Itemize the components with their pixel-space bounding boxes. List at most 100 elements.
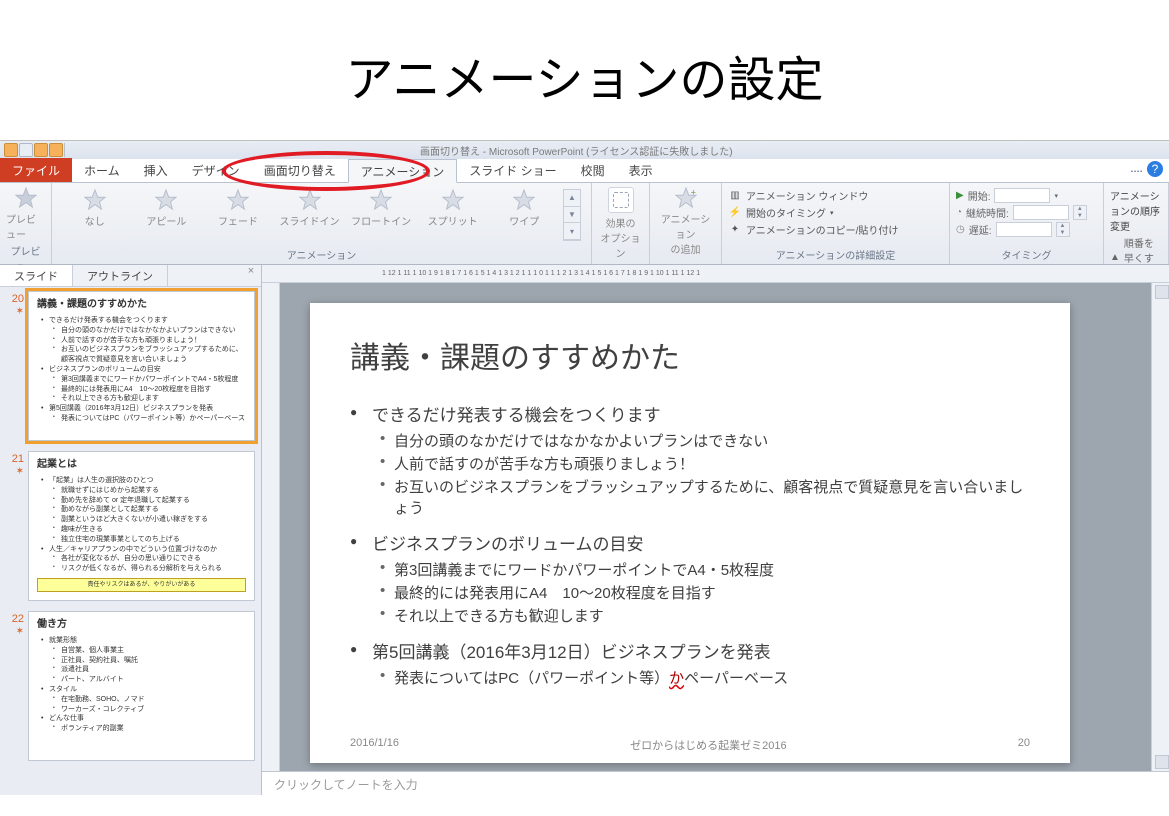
slide-footer: 2016/1/16 ゼロからはじめる起業ゼミ2016 20: [350, 737, 1030, 753]
redo-icon[interactable]: [49, 143, 63, 157]
star-icon: [227, 189, 249, 211]
slide-body[interactable]: できるだけ発表する機会をつくります自分の頭のなかだけではなかなかよいプランはでき…: [350, 401, 1030, 688]
tab-スライド ショー[interactable]: スライド ショー: [457, 158, 568, 182]
effect-options-label: 効果の オプション: [598, 215, 643, 260]
anim-フェード[interactable]: フェード: [205, 189, 271, 228]
footer-title: ゼロからはじめる起業ゼミ2016: [630, 737, 786, 753]
footer-date: 2016/1/16: [350, 737, 399, 753]
tab-表示[interactable]: 表示: [617, 158, 665, 182]
star-icon: [370, 189, 392, 211]
thumbnail-list[interactable]: 20✶講義・課題のすすめかたできるだけ発表する機会をつくります自分の頭のなかだけ…: [0, 287, 261, 795]
group-label: [656, 260, 715, 262]
tab-file[interactable]: ファイル: [0, 158, 72, 182]
star-icon: [84, 189, 106, 211]
group-animation-gallery: なしアピールフェードスライドインフロートインスプリットワイプ▲▼▾ アニメーショ…: [52, 183, 592, 264]
start-label: 開始:: [968, 188, 991, 203]
group-label: タイミング: [956, 245, 1097, 262]
tab-slides[interactable]: スライド: [0, 265, 73, 286]
spinner[interactable]: ▲▼: [1073, 205, 1087, 220]
group-add-animation: + アニメーション の追加: [650, 183, 722, 264]
svg-text:+: +: [690, 187, 695, 197]
tab-挿入[interactable]: 挿入: [132, 158, 180, 182]
red-circle-annotation: [222, 151, 430, 191]
group-effect-options: 効果の オプション: [592, 183, 650, 264]
group-label: [598, 260, 643, 262]
slide[interactable]: 講義・課題のすすめかた できるだけ発表する機会をつくります自分の頭のなかだけでは…: [310, 303, 1070, 763]
quick-access-toolbar[interactable]: [0, 141, 65, 159]
animation-pane-button[interactable]: ▥アニメーション ウィンドウ: [728, 187, 943, 204]
gallery-more[interactable]: ▲▼▾: [563, 189, 581, 241]
delay-label: 遅延:: [969, 222, 992, 237]
group-reorder: アニメーションの順序変更 ▲順番を早くする ▼順番を遅くする: [1104, 183, 1169, 264]
star-plus-icon: +: [675, 187, 697, 209]
add-animation-button[interactable]: + アニメーション の追加: [656, 187, 715, 256]
tab-ホーム[interactable]: ホーム: [72, 158, 132, 182]
window-title: 画面切り替え - Microsoft PowerPoint (ライセンス認証に失…: [420, 143, 733, 158]
anim-アピール[interactable]: アピール: [134, 189, 200, 228]
effect-options-button[interactable]: 効果の オプション: [598, 187, 643, 260]
group-preview: プレビュー プレビュー: [0, 183, 52, 264]
star-icon: [155, 189, 177, 211]
thumb-number: 21✶: [6, 451, 24, 601]
anim-なし[interactable]: なし: [62, 189, 128, 228]
painter-icon: ✦: [728, 223, 742, 237]
slides-panel: スライド アウトライン × 20✶講義・課題のすすめかたできるだけ発表する機会を…: [0, 265, 262, 795]
star-icon: [299, 189, 321, 211]
undo-icon[interactable]: [34, 143, 48, 157]
duration-label: 継続時間:: [966, 205, 1009, 220]
separator: [64, 143, 65, 157]
qat-icon[interactable]: [4, 143, 18, 157]
delay-field[interactable]: [996, 222, 1052, 237]
star-icon: [442, 189, 464, 211]
footer-page: 20: [1018, 737, 1030, 753]
up-icon: ▲: [1110, 252, 1120, 263]
spinner[interactable]: ▲▼: [1056, 222, 1070, 237]
titlebar: 画面切り替え - Microsoft PowerPoint (ライセンス認証に失…: [0, 141, 1169, 159]
page-heading: アニメーションの設定: [0, 0, 1169, 140]
notes-pane[interactable]: クリックしてノートを入力: [262, 771, 1169, 795]
delay-icon: ◷: [956, 224, 965, 235]
star-icon: [15, 187, 37, 209]
slide-canvas[interactable]: 講義・課題のすすめかた できるだけ発表する機会をつくります自分の頭のなかだけでは…: [280, 283, 1151, 771]
thumb-number: 20✶: [6, 291, 24, 441]
animation-painter-button[interactable]: ✦アニメーションのコピー/貼り付け: [728, 221, 943, 238]
help-icon[interactable]: ?: [1147, 161, 1163, 177]
slide-thumbnail[interactable]: 講義・課題のすすめかたできるだけ発表する機会をつくります自分の頭のなかだけではな…: [28, 291, 255, 441]
tab-outline[interactable]: アウトライン: [73, 265, 168, 286]
play-icon: ▶: [956, 190, 964, 201]
anim-スライドイン[interactable]: スライドイン: [277, 189, 343, 228]
start-dropdown[interactable]: [994, 188, 1050, 203]
effect-options-icon: [608, 187, 634, 213]
clock-icon: ◔: [956, 207, 962, 218]
reorder-title: アニメーションの順序変更: [1110, 187, 1162, 234]
panel-tabs: スライド アウトライン ×: [0, 265, 261, 287]
preview-label: プレビュー: [6, 211, 45, 241]
horizontal-ruler: 1 12 1 11 1 10 1 9 1 8 1 7 1 6 1 5 1 4 1…: [262, 265, 1169, 283]
star-icon: [513, 189, 535, 211]
trigger-button[interactable]: ⚡開始のタイミング▾: [728, 204, 943, 221]
duration-field[interactable]: [1013, 205, 1069, 220]
anim-ワイプ[interactable]: ワイプ: [491, 189, 557, 228]
save-icon[interactable]: [19, 143, 33, 157]
preview-button[interactable]: プレビュー: [6, 187, 45, 241]
trigger-icon: ⚡: [728, 206, 742, 220]
group-timing: ▶開始:▾ ◔継続時間:▲▼ ◷遅延:▲▼ タイミング: [950, 183, 1104, 264]
ribbon: プレビュー プレビュー なしアピールフェードスライドインフロートインスプリットワ…: [0, 183, 1169, 265]
workspace: スライド アウトライン × 20✶講義・課題のすすめかたできるだけ発表する機会を…: [0, 265, 1169, 795]
slide-editor: 1 12 1 11 1 10 1 9 1 8 1 7 1 6 1 5 1 4 1…: [262, 265, 1169, 795]
ribbon-tabs: ファイル ホーム挿入デザイン画面切り替えアニメーションスライド ショー校閲表示 …: [0, 159, 1169, 183]
close-panel-icon[interactable]: ×: [241, 265, 261, 286]
slide-thumbnail[interactable]: 働き方就業形態自営業、個人事業主正社員、契約社員、嘱託派遣社員パート、アルバイト…: [28, 611, 255, 761]
minimize-ribbon-icon[interactable]: ᠁: [1127, 161, 1143, 177]
add-animation-label: アニメーション の追加: [656, 211, 715, 256]
thumb-number: 22✶: [6, 611, 24, 761]
powerpoint-window: 画面切り替え - Microsoft PowerPoint (ライセンス認証に失…: [0, 140, 1169, 795]
anim-スプリット[interactable]: スプリット: [420, 189, 486, 228]
slide-thumbnail[interactable]: 起業とは「起業」は人生の選択肢のひとつ就職せずにはじめから起業する勤め先を辞めて…: [28, 451, 255, 601]
vertical-ruler: [262, 283, 280, 771]
tab-校閲[interactable]: 校閲: [569, 158, 617, 182]
vertical-scrollbar[interactable]: [1151, 283, 1169, 771]
slide-title[interactable]: 講義・課題のすすめかた: [350, 333, 1030, 377]
group-label: アニメーションの詳細設定: [728, 245, 943, 262]
anim-フロートイン[interactable]: フロートイン: [348, 189, 414, 228]
